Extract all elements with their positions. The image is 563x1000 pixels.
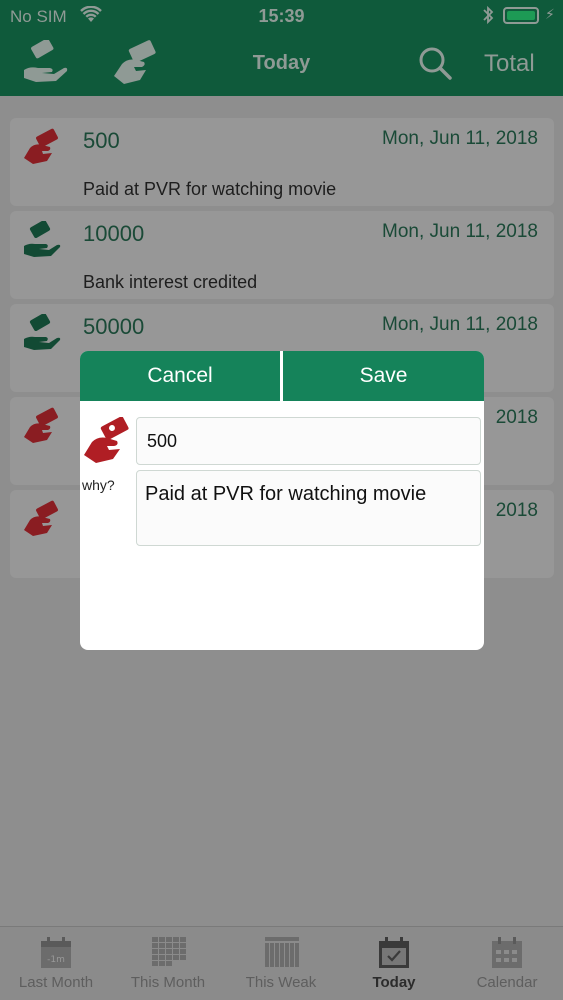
save-button[interactable]: Save [283, 351, 484, 401]
tab-calendar[interactable]: Calendar [451, 927, 563, 1000]
status-bar: No SIM 15:39 ⚡ [0, 0, 563, 32]
calendar-check-icon [378, 937, 410, 973]
page-title: Today [252, 52, 311, 74]
top-bar: No SIM 15:39 ⚡ Today Total [0, 0, 563, 96]
reason-textarea[interactable]: Paid at PVR for watching movie [136, 470, 481, 546]
entry-date: Mon, Jun 11, 2018 [382, 314, 538, 335]
list-item[interactable]: 10000 Mon, Jun 11, 2018 Bank interest cr… [10, 211, 554, 299]
expense-icon [22, 128, 62, 171]
entry-amount: 50000 [83, 314, 145, 339]
tab-label: This Weak [245, 974, 317, 991]
tab-label: This Month [130, 974, 206, 991]
entry-date: 2018 [495, 500, 538, 521]
entry-amount: 500 [83, 128, 120, 153]
expense-icon [22, 500, 62, 543]
calendar-icon [491, 937, 523, 973]
tab-bar: -1m Last Month This Month This Weak Toda… [0, 926, 563, 1000]
cancel-button[interactable]: Cancel [80, 351, 280, 401]
tab-label: Last Month [18, 974, 94, 991]
amount-input[interactable]: 500 [136, 417, 481, 465]
calendar-minus-month-icon: -1m [40, 937, 72, 973]
calendar-week-icon [265, 937, 299, 973]
bluetooth-icon [482, 5, 494, 30]
battery-icon [503, 7, 539, 24]
expense-icon[interactable] [82, 416, 132, 470]
nav-bar: Today Total [0, 32, 563, 96]
tab-this-month[interactable]: This Month [112, 927, 224, 1000]
search-icon[interactable] [418, 46, 452, 85]
income-icon [22, 313, 62, 357]
tab-label: Today [372, 974, 416, 991]
calendar-grid-icon [152, 937, 186, 973]
tab-this-week[interactable]: This Weak [225, 927, 337, 1000]
charging-icon: ⚡ [545, 6, 555, 22]
entry-date: 2018 [495, 407, 538, 428]
entry-date: Mon, Jun 11, 2018 [382, 128, 538, 149]
last-month-badge: -1m [47, 955, 65, 965]
income-icon [22, 220, 62, 264]
entry-note: Paid at PVR for watching movie [83, 179, 337, 199]
tab-label: Calendar [476, 974, 538, 991]
list-item[interactable]: 500 Mon, Jun 11, 2018 Paid at PVR for wa… [10, 118, 554, 206]
entry-note: Bank interest credited [83, 272, 258, 292]
tab-today[interactable]: Today [338, 927, 450, 1000]
edit-entry-dialog: Cancel Save why? 500 Paid at PVR for wat… [80, 351, 484, 650]
expense-icon [22, 407, 62, 450]
tab-last-month[interactable]: -1m Last Month [0, 927, 112, 1000]
entry-amount: 10000 [83, 221, 145, 246]
status-time: 15:39 [258, 6, 305, 26]
total-button[interactable]: Total [484, 50, 535, 78]
entry-date: Mon, Jun 11, 2018 [382, 221, 538, 242]
why-label: why? [82, 477, 115, 493]
